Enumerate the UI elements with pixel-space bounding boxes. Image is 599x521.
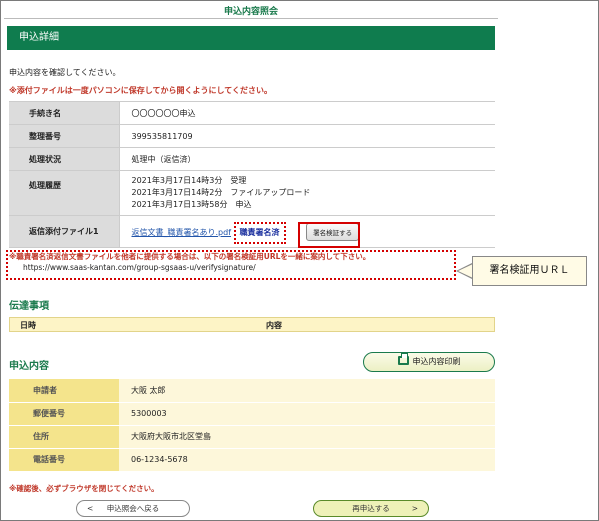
- intro-text: 申込内容を確認してください。: [9, 68, 121, 77]
- detail-label: 処理状況: [9, 147, 120, 171]
- application-row: 申請者 大阪 太郎: [9, 379, 495, 403]
- title-divider: [4, 18, 498, 19]
- application-label: 住所: [9, 425, 119, 449]
- back-to-inquiry-button[interactable]: < 申込照会へ戻る: [76, 500, 190, 517]
- contact-table-header: 日時 内容: [9, 317, 495, 332]
- application-row: 住所 大阪府大阪市北区堂島: [9, 425, 495, 449]
- detail-label: 整理番号: [9, 124, 120, 148]
- print-button-label: 申込内容印刷: [412, 357, 461, 366]
- back-button-label: 申込照会へ戻る: [106, 504, 160, 513]
- chevron-right-icon: >: [411, 504, 418, 513]
- page-title: 申込内容照会: [223, 7, 278, 17]
- detail-row-status: 処理状況 処理中（返信済）: [9, 147, 495, 171]
- detail-label: 手続き名: [9, 101, 120, 125]
- contact-heading: 伝達事項: [9, 301, 49, 312]
- history-list: 2021年3月17日14時3分 受理 2021年3月17日14時2分 ファイルア…: [119, 170, 495, 216]
- application-heading: 申込内容: [9, 361, 49, 372]
- detail-row-procedure: 手続き名 〇〇〇〇〇〇申込: [9, 101, 495, 125]
- application-table: 申請者 大阪 太郎 郵便番号 5300003 住所 大阪府大阪市北区堂島 電話番…: [9, 379, 495, 472]
- detail-value: 399535811709: [119, 124, 495, 148]
- chevron-left-icon: <: [87, 504, 94, 513]
- reapply-button[interactable]: 再申込する >: [313, 500, 429, 517]
- verify-url-highlight: [6, 250, 456, 280]
- detail-value: 処理中（返信済）: [119, 147, 495, 171]
- application-row: 電話番号 06-1234-5678: [9, 448, 495, 472]
- contact-col-content: 内容: [266, 321, 282, 330]
- signature-status-highlight: [234, 222, 286, 244]
- application-label: 電話番号: [9, 448, 119, 472]
- attachment-warning: ※添付ファイルは一度パソコンに保存してから開くようにしてください。: [9, 86, 273, 95]
- detail-row-ref-no: 整理番号 399535811709: [9, 124, 495, 148]
- verify-button-highlight: [298, 222, 360, 248]
- application-row: 郵便番号 5300003: [9, 402, 495, 426]
- application-value: 06-1234-5678: [119, 448, 495, 472]
- application-value: 5300003: [119, 402, 495, 426]
- application-value: 大阪府大阪市北区堂島: [119, 425, 495, 449]
- application-value: 大阪 太郎: [119, 379, 495, 403]
- history-entry: 2021年3月17日14時2分 ファイルアップロード: [131, 188, 311, 197]
- detail-value: 〇〇〇〇〇〇申込: [119, 101, 495, 125]
- application-label: 申請者: [9, 379, 119, 403]
- application-label: 郵便番号: [9, 402, 119, 426]
- detail-label: 返信添付ファイル1: [9, 215, 120, 248]
- detail-label: 処理履歴: [9, 170, 120, 216]
- print-application-button[interactable]: 申込内容印刷: [363, 352, 495, 372]
- detail-row-history: 処理履歴 2021年3月17日14時3分 受理 2021年3月17日14時2分 …: [9, 170, 495, 216]
- section-header-details: 申込詳細: [7, 26, 495, 50]
- history-entry: 2021年3月17日14時3分 受理: [131, 176, 247, 185]
- close-browser-warning: ※確認後、必ずブラウザを閉じてください。: [9, 484, 159, 493]
- page-frame: 申込内容照会 申込詳細 申込内容を確認してください。 ※添付ファイルは一度パソコ…: [0, 0, 599, 521]
- printer-icon: [397, 353, 409, 365]
- contact-col-date: 日時: [20, 321, 36, 330]
- reply-file-link[interactable]: 返信文書_職責署名あり.pdf: [132, 228, 232, 237]
- verify-url-callout: 署名検証用ＵＲＬ: [472, 256, 587, 286]
- history-entry: 2021年3月17日13時58分 申込: [131, 200, 252, 209]
